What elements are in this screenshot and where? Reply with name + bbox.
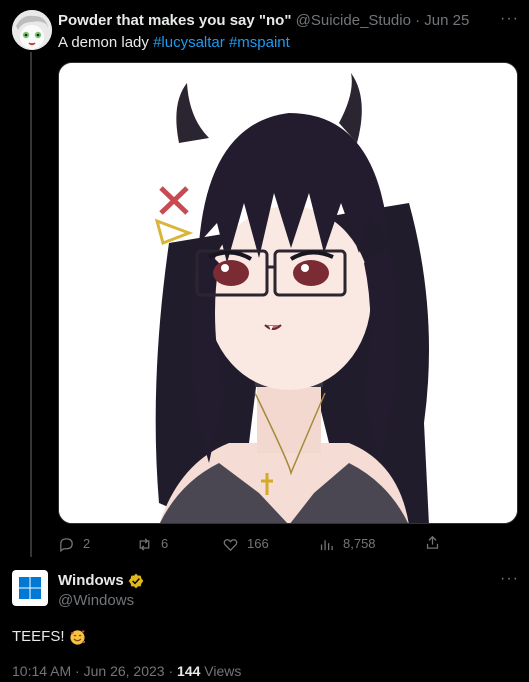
separator: · [75,663,80,679]
more-options-icon[interactable]: ··· [500,11,519,27]
tweet-media-image[interactable] [58,62,518,524]
smiling-face-with-hearts-icon [69,629,85,645]
tweet-actions: 2 6 166 8,758 [58,534,448,554]
separator: · [415,12,421,29]
reply-count: 2 [83,536,91,551]
hashtag-lucysaltar[interactable]: #lucysaltar [153,34,225,51]
tweet-date[interactable]: Jun 25 [424,12,469,29]
tweet-text-plain: A demon lady [58,34,154,51]
reply-time[interactable]: 10:14 AM [12,663,71,679]
windows-avatar[interactable] [12,570,48,606]
reply-meta: 10:14 AM · Jun 26, 2023 · 144 Views [12,662,241,680]
analytics-icon [320,539,333,550]
reply-icon [60,537,73,552]
reply-views-count: 144 [177,663,201,679]
avatar-image [12,10,52,50]
reply-views-label: Views [204,663,242,679]
retweet-count: 6 [161,536,169,551]
retweet-icon [139,537,150,551]
thread-connector-line [30,52,32,557]
more-options-icon[interactable]: ··· [500,571,519,587]
avatar[interactable] [12,10,52,50]
verified-badge-icon [128,573,144,589]
like-count: 166 [247,536,269,551]
author-name[interactable]: Powder that makes you say "no" [58,12,291,29]
reply-date[interactable]: Jun 26, 2023 [84,663,165,679]
heart-icon [223,538,238,551]
hashtag-mspaint[interactable]: #mspaint [229,34,290,51]
tweet-header: Powder that makes you say "no" @Suicide_… [58,12,469,30]
like-action[interactable]: 166 [222,534,269,554]
reply-text-content: TEEFS! [12,628,65,645]
separator: · [168,663,174,679]
demon-lady-illustration [59,63,517,523]
tweet-text: A demon lady #lucysaltar #mspaint [58,34,290,52]
reply-text: TEEFS! [12,628,86,646]
retweet-action[interactable]: 6 [136,534,168,554]
reply-author-name-row: Windows [58,572,144,590]
views-action[interactable]: 8,758 [318,534,376,554]
reply-author-handle[interactable]: @Windows [58,592,134,610]
author-handle[interactable]: @Suicide_Studio [296,12,411,29]
views-count: 8,758 [343,536,376,551]
share-action[interactable] [424,534,441,551]
reply-author-name[interactable]: Windows [58,572,124,590]
windows-logo-icon [19,577,41,599]
share-icon [426,535,439,549]
reply-action[interactable]: 2 [58,534,90,554]
